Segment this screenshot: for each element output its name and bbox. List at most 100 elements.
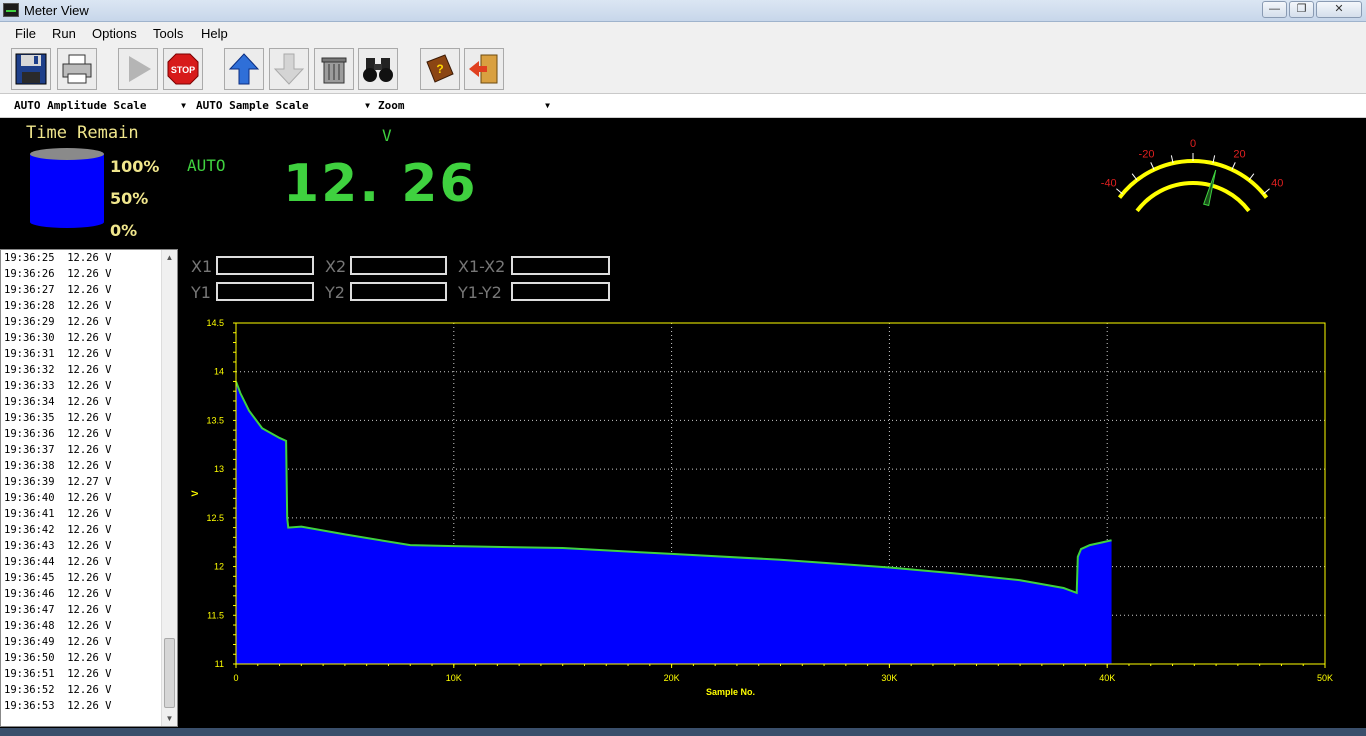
- scroll-down-icon[interactable]: ▼: [162, 711, 177, 726]
- log-row[interactable]: 19:36:35 12.26 V: [1, 410, 177, 426]
- sample-scale-value: AUTO Sample Scale: [196, 99, 309, 112]
- x-tick-label: 50K: [1317, 673, 1333, 683]
- toolbar: STOP ?: [0, 44, 1366, 94]
- log-row[interactable]: 19:36:28 12.26 V: [1, 298, 177, 314]
- log-row[interactable]: 19:36:47 12.26 V: [1, 602, 177, 618]
- log-scroll-thumb[interactable]: [164, 638, 175, 708]
- y-tick-label: 13.5: [206, 415, 224, 425]
- voltage-chart[interactable]: 0 10K 20K 30K 40K 50K 11 11.5 12 12.5 13 13.5 14 14.…: [186, 312, 1346, 704]
- pct-50-label: 50%: [110, 189, 149, 208]
- log-row[interactable]: 19:36:52 12.26 V: [1, 682, 177, 698]
- menu-options[interactable]: Options: [92, 26, 137, 41]
- log-rows: 19:36:25 12.26 V 19:36:26 12.26 V 19:36:27…: [1, 250, 177, 714]
- taskbar: [0, 728, 1366, 736]
- log-row[interactable]: 19:36:49 12.26 V: [1, 634, 177, 650]
- y-tick-label: 14: [214, 367, 224, 377]
- stop-icon-label: STOP: [171, 65, 195, 75]
- x1-x2-label: X1-X2: [458, 257, 506, 276]
- gauge-label: -20: [1139, 148, 1155, 160]
- menu-bar: File Run Options Tools Help: [0, 22, 1366, 44]
- x1-field: [216, 256, 314, 275]
- x-tick-label: 30K: [881, 673, 897, 683]
- sample-scale-select[interactable]: AUTO Sample Scale ▼: [193, 96, 373, 115]
- log-row[interactable]: 19:36:45 12.26 V: [1, 570, 177, 586]
- minimize-button[interactable]: —: [1262, 1, 1287, 18]
- log-row[interactable]: 19:36:53 12.26 V: [1, 698, 177, 714]
- log-row[interactable]: 19:36:46 12.26 V: [1, 586, 177, 602]
- log-row[interactable]: 19:36:51 12.26 V: [1, 666, 177, 682]
- title-bar[interactable]: Meter View — ❐ ✕: [0, 0, 1366, 22]
- save-button[interactable]: [11, 48, 51, 90]
- menu-help[interactable]: Help: [201, 26, 228, 41]
- gauge-label: 20: [1233, 148, 1245, 160]
- exit-icon: [469, 54, 498, 84]
- log-row[interactable]: 19:36:32 12.26 V: [1, 362, 177, 378]
- scroll-up-button[interactable]: [224, 48, 264, 90]
- log-row[interactable]: 19:36:50 12.26 V: [1, 650, 177, 666]
- log-row[interactable]: 19:36:36 12.26 V: [1, 426, 177, 442]
- gauge-label: 0: [1190, 138, 1196, 150]
- x2-field: [350, 256, 447, 275]
- log-row[interactable]: 19:36:27 12.26 V: [1, 282, 177, 298]
- maximize-button[interactable]: ❐: [1289, 1, 1314, 18]
- x1-x2-field: [511, 256, 610, 275]
- scroll-down-button[interactable]: [269, 48, 309, 90]
- log-row[interactable]: 19:36:38 12.26 V: [1, 458, 177, 474]
- find-button[interactable]: [358, 48, 398, 90]
- time-remain-label: Time Remain: [26, 123, 139, 143]
- y-tick-label: 11: [215, 659, 224, 669]
- run-button[interactable]: [118, 48, 158, 90]
- log-row[interactable]: 19:36:41 12.26 V: [1, 506, 177, 522]
- stop-button[interactable]: STOP: [163, 48, 203, 90]
- print-icon: [62, 54, 92, 84]
- log-row[interactable]: 19:36:25 12.26 V: [1, 250, 177, 266]
- print-button[interactable]: [57, 48, 97, 90]
- x2-label: X2: [325, 257, 347, 276]
- binoculars-icon: [363, 58, 393, 82]
- reading-log-list[interactable]: 19:36:25 12.26 V 19:36:26 12.26 V 19:36:27…: [0, 249, 178, 727]
- down-arrow-icon: [273, 53, 305, 85]
- y1-label: Y1: [191, 283, 211, 302]
- gauge-tick: [1248, 173, 1255, 181]
- chevron-down-icon: ▼: [365, 101, 370, 110]
- log-row[interactable]: 19:36:34 12.26 V: [1, 394, 177, 410]
- menu-tools[interactable]: Tools: [153, 26, 183, 41]
- menu-run[interactable]: Run: [52, 26, 76, 41]
- play-icon: [129, 56, 151, 82]
- scroll-up-icon[interactable]: ▲: [162, 250, 177, 265]
- help-button[interactable]: ?: [420, 48, 460, 90]
- log-row[interactable]: 19:36:29 12.26 V: [1, 314, 177, 330]
- unit-label: V: [382, 126, 392, 145]
- analog-gauge: -40 -20 0 20 40: [1101, 138, 1283, 213]
- close-button[interactable]: ✕: [1316, 1, 1362, 18]
- menu-file[interactable]: File: [15, 26, 36, 41]
- gauge-tick: [1131, 173, 1138, 181]
- y1-y2-field: [511, 282, 610, 301]
- exit-button[interactable]: [464, 48, 504, 90]
- stop-icon: STOP: [167, 53, 199, 85]
- log-row[interactable]: 19:36:40 12.26 V: [1, 490, 177, 506]
- amplitude-scale-select[interactable]: AUTO Amplitude Scale ▼: [11, 96, 189, 115]
- log-row[interactable]: 19:36:31 12.26 V: [1, 346, 177, 362]
- log-row[interactable]: 19:36:42 12.26 V: [1, 522, 177, 538]
- range-mode-label: AUTO: [187, 156, 226, 175]
- log-row[interactable]: 19:36:39 12.27 V: [1, 474, 177, 490]
- y-tick-label: 12: [214, 562, 224, 572]
- clear-button[interactable]: [314, 48, 354, 90]
- pct-100-label: 100%: [110, 157, 160, 176]
- log-scrollbar[interactable]: ▲ ▼: [161, 250, 177, 726]
- log-row[interactable]: 19:36:37 12.26 V: [1, 442, 177, 458]
- log-row[interactable]: 19:36:30 12.26 V: [1, 330, 177, 346]
- amplitude-scale-value: AUTO Amplitude Scale: [14, 99, 147, 112]
- y-tick-label: 13: [214, 464, 224, 474]
- y2-field: [350, 282, 447, 301]
- log-row[interactable]: 19:36:44 12.26 V: [1, 554, 177, 570]
- chevron-down-icon: ▼: [181, 101, 186, 110]
- zoom-select[interactable]: Zoom ▼: [375, 96, 553, 115]
- log-row[interactable]: 19:36:43 12.26 V: [1, 538, 177, 554]
- log-row[interactable]: 19:36:26 12.26 V: [1, 266, 177, 282]
- log-row[interactable]: 19:36:33 12.26 V: [1, 378, 177, 394]
- log-row[interactable]: 19:36:48 12.26 V: [1, 618, 177, 634]
- x1-label: X1: [191, 257, 213, 276]
- x-tick-label: 20K: [664, 673, 680, 683]
